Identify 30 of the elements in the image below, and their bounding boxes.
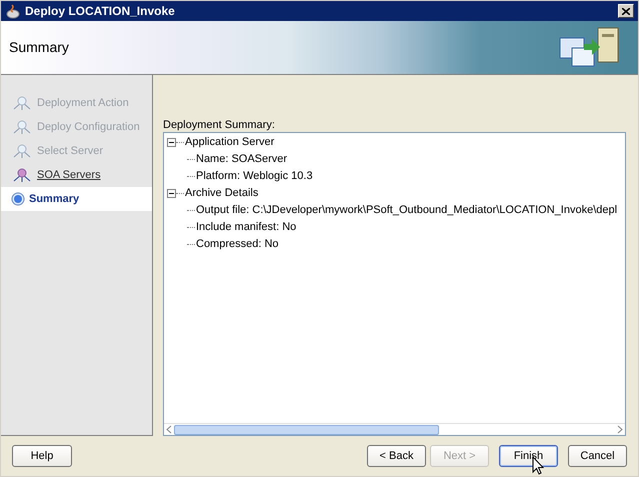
dialog-button[interactable]: Help [12,445,72,467]
tree-item[interactable]: Archive Details [184,185,258,202]
step-figure-icon [11,168,33,182]
dialog-button[interactable]: Cancel [568,445,627,467]
tree-item[interactable]: Platform: Weblogic 10.3 [195,168,313,185]
close-button[interactable] [618,4,634,18]
scroll-left-icon[interactable] [166,425,172,434]
summary-label: Deployment Summary: [163,119,276,132]
page-title: Summary [9,38,69,57]
tree-item[interactable]: Application Server [184,134,274,151]
window-title: Deploy LOCATION_Invoke [25,3,176,20]
wizard-step[interactable]: Summary [1,187,152,211]
collapse-icon[interactable] [167,189,176,198]
tree-item[interactable]: Include manifest: No [195,219,296,236]
close-icon [622,8,630,14]
current-step-icon [11,192,25,206]
collapse-icon[interactable] [167,138,176,147]
step-figure-icon [11,96,33,110]
step-figure-icon [11,120,33,134]
tree-item[interactable]: Name: SOAServer [195,151,288,168]
tree-item[interactable]: Output file: C:\JDeveloper\mywork\PSoft_Outbound_Mediator\LOCATION_Invoke\depl [195,202,618,219]
scroll-right-icon[interactable] [617,425,623,434]
cup-icon [5,3,21,19]
wizard-step[interactable]: SOA Servers [1,163,152,187]
step-figure-icon [11,144,33,158]
dialog-button[interactable]: Finish [499,445,558,467]
tree-item[interactable]: Compressed: No [195,236,279,253]
dialog-button[interactable]: < Back [367,445,426,467]
scroll-thumb[interactable] [174,424,439,434]
horizontal-scrollbar[interactable] [164,423,625,435]
